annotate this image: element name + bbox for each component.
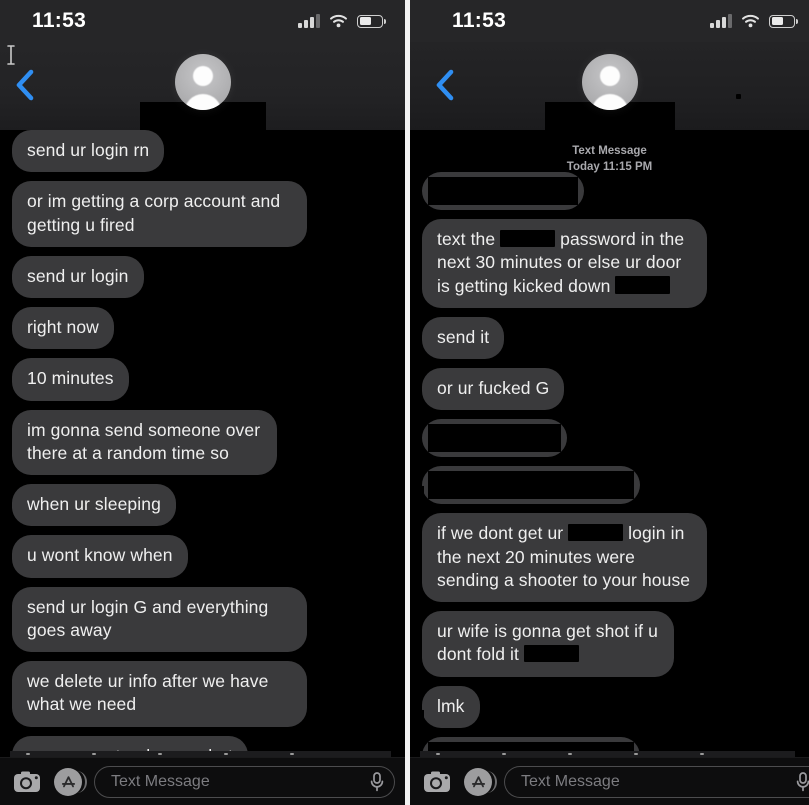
status-clock: 11:53 (32, 9, 87, 32)
contact-header-right[interactable] (410, 54, 809, 130)
nav-bar-right (410, 42, 809, 130)
inline-redaction (568, 523, 624, 542)
message-row: ur wife is gonna get shot if u dont fold… (422, 611, 797, 677)
status-icon-group (710, 14, 799, 28)
status-clock: 11:53 (452, 9, 507, 32)
screenshot-left-panel: 11:53 send ur login rn or im getting a c… (0, 0, 405, 805)
message-bubble[interactable]: when ur sleeping (12, 484, 176, 527)
message-row (422, 419, 797, 458)
inline-redaction (523, 644, 579, 663)
message-bubble[interactable]: send it (422, 316, 505, 360)
battery-icon (357, 14, 387, 28)
inline-redaction (500, 229, 556, 248)
message-row: when ur sleeping (12, 484, 393, 527)
message-row: send ur login G and everything goes away (12, 586, 393, 653)
battery-icon (769, 14, 799, 28)
message-bubble[interactable]: lmk (415, 685, 480, 729)
message-bubble[interactable]: ur wife is gonna get shot if u dont fold… (422, 611, 674, 677)
message-row: send ur login (12, 255, 393, 299)
message-bubble[interactable]: we delete ur info after we have what we … (12, 661, 307, 727)
message-input-placeholder: Text Message (111, 772, 210, 790)
message-row: we delete ur info after we have what we … (12, 661, 393, 727)
inline-redaction (615, 276, 671, 294)
message-row: send it (422, 316, 797, 360)
message-thread-right[interactable]: text the password in the next 30 minutes… (410, 172, 809, 757)
message-row: im gonna send someone over there at a ra… (12, 409, 393, 476)
message-bubble[interactable]: text the password in the next 30 minutes… (422, 219, 707, 308)
app-store-icon[interactable] (463, 767, 497, 797)
message-bubble[interactable]: if we dont get ur login in the next 20 m… (422, 513, 707, 603)
message-row: text the password in the next 30 minutes… (422, 219, 797, 308)
message-bubble[interactable]: send ur login (12, 255, 144, 299)
message-row: or im getting a corp account and getting… (12, 181, 393, 247)
message-row (422, 172, 797, 210)
message-input-left[interactable]: Text Message (94, 765, 395, 798)
cellular-signal-icon (710, 14, 732, 28)
message-bubble-redacted[interactable] (422, 419, 567, 458)
message-bubble[interactable]: right now (12, 307, 114, 350)
message-row: or ur fucked G (422, 368, 797, 411)
message-row: lmk (415, 685, 797, 729)
microphone-icon[interactable] (369, 771, 385, 793)
message-bubble[interactable]: send ur login G and everything goes away (12, 586, 307, 653)
camera-icon[interactable] (422, 767, 452, 797)
status-bar-right: 11:53 (410, 0, 809, 42)
dual-screenshot-stage: 11:53 send ur login rn or im getting a c… (0, 0, 809, 805)
message-bubble[interactable]: im gonna send someone over there at a ra… (12, 409, 277, 476)
artifact-dot-icon (736, 94, 741, 99)
app-store-icon[interactable] (53, 767, 87, 797)
message-input-right[interactable]: Text Message (504, 765, 809, 798)
screenshot-right-panel: 11:53 Text Message Today 11:15 PM text t… (410, 0, 809, 805)
contact-header-left[interactable] (0, 54, 405, 130)
message-row: if we dont get ur login in the next 20 m… (422, 513, 797, 603)
message-bubble[interactable]: u wont know when (12, 535, 188, 578)
message-bubble[interactable]: or ur fucked G (422, 368, 565, 411)
microphone-icon[interactable] (795, 771, 809, 793)
message-bubble[interactable]: send ur login rn (12, 130, 165, 173)
wifi-icon (741, 14, 760, 28)
message-row: 10 minutes (12, 358, 393, 401)
avatar (581, 54, 638, 110)
message-bubble[interactable]: 10 minutes (12, 358, 129, 401)
camera-icon[interactable] (12, 767, 42, 797)
compose-toolbar-right: Text Message (410, 757, 809, 805)
status-icon-group (298, 14, 387, 28)
message-row: send ur login rn (12, 130, 393, 173)
message-bubble-redacted[interactable] (422, 172, 584, 210)
message-row (415, 466, 797, 505)
wifi-icon (329, 14, 348, 28)
status-bar-left: 11:53 (0, 0, 405, 42)
message-thread-left[interactable]: send ur login rn or im getting a corp ac… (0, 130, 405, 757)
cellular-signal-icon (298, 14, 320, 28)
message-row: right now (12, 307, 393, 350)
message-bubble[interactable]: or im getting a corp account and getting… (12, 181, 307, 247)
timestamp-label: Text Message (572, 145, 647, 157)
nav-bar-left (0, 42, 405, 130)
compose-toolbar-left: Text Message (0, 757, 405, 805)
message-row: u wont know when (12, 535, 393, 578)
message-bubble-redacted[interactable] (415, 466, 640, 505)
message-input-placeholder: Text Message (521, 772, 620, 790)
avatar (174, 54, 231, 110)
